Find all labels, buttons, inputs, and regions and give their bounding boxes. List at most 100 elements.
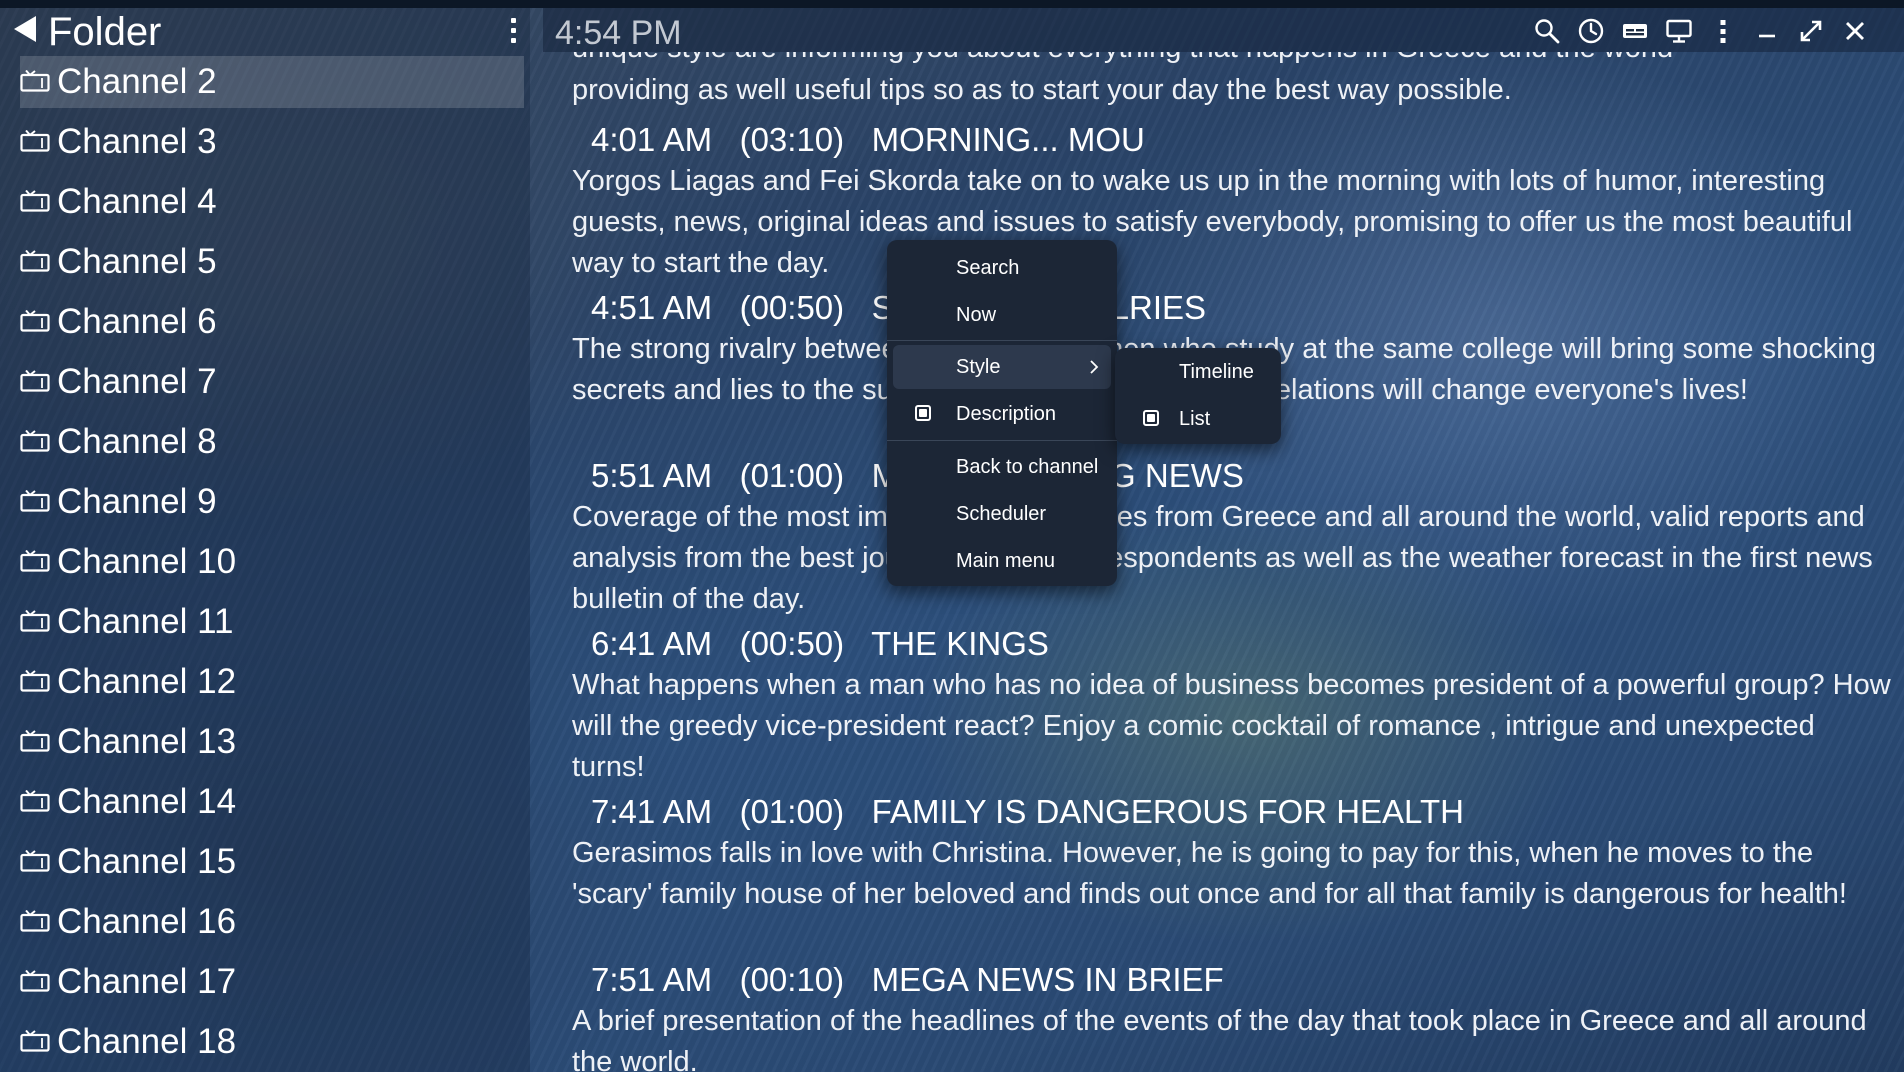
- channel-label: Channel 9: [57, 482, 217, 521]
- menu-item-main-menu[interactable]: Main menu: [893, 539, 1111, 583]
- menu-item-label: Search: [956, 257, 1020, 279]
- menu-separator: [887, 340, 1117, 341]
- program-guide: unique style are informing you about eve…: [572, 52, 1892, 1072]
- list-checkbox-icon: [1143, 410, 1159, 426]
- folder-menu-icon[interactable]: [506, 18, 520, 44]
- channel-item[interactable]: Channel 18: [0, 1016, 530, 1072]
- menu-item-label: Description: [956, 403, 1057, 425]
- program-entry[interactable]: 5:51 AM (01:00) MEGA MORNING NEWS Covera…: [572, 455, 1892, 620]
- search-icon[interactable]: [1534, 18, 1560, 44]
- channel-label: Channel 2: [57, 62, 217, 101]
- tv-icon: [20, 130, 50, 152]
- channel-item[interactable]: Channel 5: [0, 236, 530, 296]
- channel-item[interactable]: Channel 3: [0, 116, 530, 176]
- clock-icon[interactable]: [1578, 18, 1604, 44]
- channel-item[interactable]: Channel 7: [0, 356, 530, 416]
- program-description: A brief presentation of the headlines of…: [572, 1005, 1867, 1072]
- minimize-icon[interactable]: [1754, 18, 1780, 44]
- subtitles-icon[interactable]: [1622, 18, 1648, 44]
- menu-item-now[interactable]: Now: [893, 293, 1111, 337]
- program-time: 7:51 AM: [591, 961, 713, 998]
- program-time: 4:51 AM: [591, 289, 713, 326]
- program-header: 7:41 AM (01:00) FAMILY IS DANGEROUS FOR …: [572, 791, 1892, 833]
- menu-item-back-to-channel[interactable]: Back to channel: [893, 445, 1111, 489]
- program-title: THE KINGS: [871, 625, 1049, 662]
- menu-item-label: Main menu: [956, 550, 1055, 572]
- menu-item-label: Scheduler: [956, 503, 1047, 525]
- channel-item[interactable]: Channel 17: [0, 956, 530, 1016]
- folder-title: Folder: [48, 10, 162, 54]
- program-time: 7:41 AM: [591, 793, 713, 830]
- program-description: Yorgos Liagas and Fei Skorda take on to …: [572, 165, 1853, 279]
- channel-item[interactable]: Channel 10: [0, 536, 530, 596]
- tv-icon: [20, 490, 50, 512]
- folder-header: Folder: [0, 8, 530, 54]
- channel-item[interactable]: Channel 14: [0, 776, 530, 836]
- channel-label: Channel 5: [57, 242, 217, 281]
- partial-description-line: providing as well useful tips so as to s…: [572, 74, 1512, 106]
- tv-icon: [20, 790, 50, 812]
- channel-item[interactable]: Channel 16: [0, 896, 530, 956]
- menu-item-description[interactable]: Description: [893, 392, 1111, 436]
- channel-item[interactable]: Channel 8: [0, 416, 530, 476]
- channel-label: Channel 14: [57, 782, 237, 821]
- program-header: 4:01 AM (03:10) MORNING... MOU: [572, 119, 1892, 161]
- program-entry[interactable]: 7:51 AM (00:10) MEGA NEWS IN BRIEF A bri…: [572, 959, 1892, 1072]
- menu-item-scheduler[interactable]: Scheduler: [893, 492, 1111, 536]
- channel-item[interactable]: Channel 2: [0, 56, 530, 116]
- back-arrow-icon[interactable]: [14, 16, 36, 42]
- menu-item-label: Now: [956, 304, 997, 326]
- program-description: What happens when a man who has no idea …: [572, 669, 1891, 783]
- program-entry[interactable]: 4:01 AM (03:10) MORNING... MOU Yorgos Li…: [572, 119, 1892, 284]
- menu-item-label: Style: [956, 356, 1001, 378]
- channel-list: Channel 2 Channel 3 Channel 4 Channel 5 Chan…: [0, 56, 530, 1072]
- program-header: 6:41 AM (00:50) THE KINGS: [572, 623, 1892, 665]
- program-duration: (00:50): [739, 625, 845, 662]
- top-bar: 4:54 PM: [543, 8, 1904, 52]
- channel-item[interactable]: Channel 9: [0, 476, 530, 536]
- program-entry[interactable]: 6:41 AM (00:50) THE KINGS What happens w…: [572, 623, 1892, 788]
- maximize-icon[interactable]: [1798, 18, 1824, 44]
- tv-icon: [20, 1030, 50, 1052]
- menu-item-search[interactable]: Search: [893, 246, 1111, 290]
- submenu-item-label: List: [1179, 408, 1211, 430]
- clock-time: 4:54 PM: [555, 14, 682, 52]
- tv-icon: [20, 70, 50, 92]
- program-time: 4:01 AM: [591, 121, 713, 158]
- context-menu: Search Now Style Description Back to cha…: [887, 240, 1117, 586]
- channel-label: Channel 16: [57, 902, 237, 941]
- channel-item[interactable]: Channel 13: [0, 716, 530, 776]
- tv-icon: [20, 310, 50, 332]
- tv-icon: [20, 190, 50, 212]
- chevron-right-icon: [1090, 360, 1099, 374]
- program-header: 4:51 AM (00:50) STUDENT RIVALRIES: [572, 287, 1892, 329]
- more-icon[interactable]: [1710, 18, 1736, 44]
- menu-item-style[interactable]: Style: [893, 345, 1111, 389]
- channel-label: Channel 15: [57, 842, 237, 881]
- program-header: 5:51 AM (01:00) MEGA MORNING NEWS: [572, 455, 1892, 497]
- tv-icon: [20, 730, 50, 752]
- submenu-item-list[interactable]: List: [1121, 397, 1275, 441]
- channel-item[interactable]: Channel 4: [0, 176, 530, 236]
- program-title: FAMILY IS DANGEROUS FOR HEALTH: [871, 793, 1464, 830]
- program-entry[interactable]: 7:41 AM (01:00) FAMILY IS DANGEROUS FOR …: [572, 791, 1892, 915]
- description-checkbox-icon: [915, 405, 931, 421]
- channel-label: Channel 13: [57, 722, 237, 761]
- channel-item[interactable]: Channel 11: [0, 596, 530, 656]
- channel-item[interactable]: Channel 6: [0, 296, 530, 356]
- close-icon[interactable]: [1842, 18, 1868, 44]
- epg-window: Folder Channel 2 Channel 3 Channel 4 Channe…: [0, 0, 1904, 1072]
- program-title: MEGA NEWS IN BRIEF: [871, 961, 1224, 998]
- channel-label: Channel 7: [57, 362, 217, 401]
- submenu-item-timeline[interactable]: Timeline: [1121, 350, 1275, 394]
- channel-item[interactable]: Channel 15: [0, 836, 530, 896]
- channel-sidebar: Folder Channel 2 Channel 3 Channel 4 Channe…: [0, 8, 530, 1072]
- program-title: MORNING... MOU: [871, 121, 1145, 158]
- channel-label: Channel 8: [57, 422, 217, 461]
- program-duration: (00:10): [739, 961, 845, 998]
- monitor-icon[interactable]: [1666, 18, 1692, 44]
- tv-icon: [20, 370, 50, 392]
- channel-item[interactable]: Channel 12: [0, 656, 530, 716]
- tv-icon: [20, 970, 50, 992]
- tv-icon: [20, 610, 50, 632]
